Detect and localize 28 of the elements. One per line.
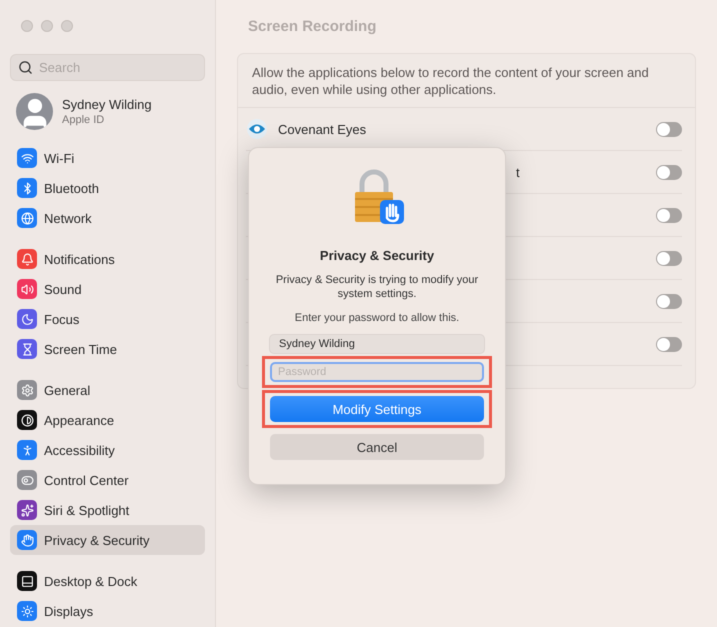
sidebar-item[interactable]: Screen Time xyxy=(10,334,205,364)
sidebar-item[interactable]: Privacy & Security xyxy=(10,525,205,555)
dialog-message: Privacy & Security is trying to modify your system settings. xyxy=(274,273,480,301)
page-title: Screen Recording xyxy=(247,17,378,37)
dialog-title: Privacy & Security xyxy=(320,248,434,263)
sidebar-item[interactable]: Displays xyxy=(10,596,205,626)
app-name: t xyxy=(516,164,520,180)
sidebar-item[interactable]: General xyxy=(10,375,205,405)
sidebar-item[interactable]: Siri & Spotlight xyxy=(10,495,205,525)
dialog-prompt: Enter your password to allow this. xyxy=(294,312,460,324)
account-subtitle: Apple ID xyxy=(62,114,106,126)
modify-button[interactable]: Modify Settings xyxy=(270,396,484,422)
app-name: Covenant Eyes xyxy=(278,122,368,136)
sidebar-item[interactable]: Notifications xyxy=(10,244,205,274)
sidebar-item[interactable]: Bluetooth xyxy=(10,173,205,203)
description: Allow the applications below to record the content of your screen and audio, even while using other applications. xyxy=(238,54,695,108)
sidebar-item[interactable]: Focus xyxy=(10,304,205,334)
sidebar-item[interactable]: Appearance xyxy=(10,405,205,435)
sidebar-item[interactable]: Sound xyxy=(10,274,205,304)
sidebar-item[interactable]: Accessibility xyxy=(10,435,205,465)
sidebar-item[interactable]: Desktop & Dock xyxy=(10,566,205,596)
account-name: Sydney Wilding xyxy=(62,97,152,112)
username-field[interactable]: Sydney Wilding xyxy=(269,334,485,354)
search-field[interactable]: Search xyxy=(10,54,205,81)
cancel-button[interactable]: Cancel xyxy=(270,434,484,460)
sidebar-item[interactable]: Wi-Fi xyxy=(10,143,205,173)
sidebar-item[interactable]: Network xyxy=(10,203,205,233)
sidebar-item[interactable]: Control Center xyxy=(10,465,205,495)
